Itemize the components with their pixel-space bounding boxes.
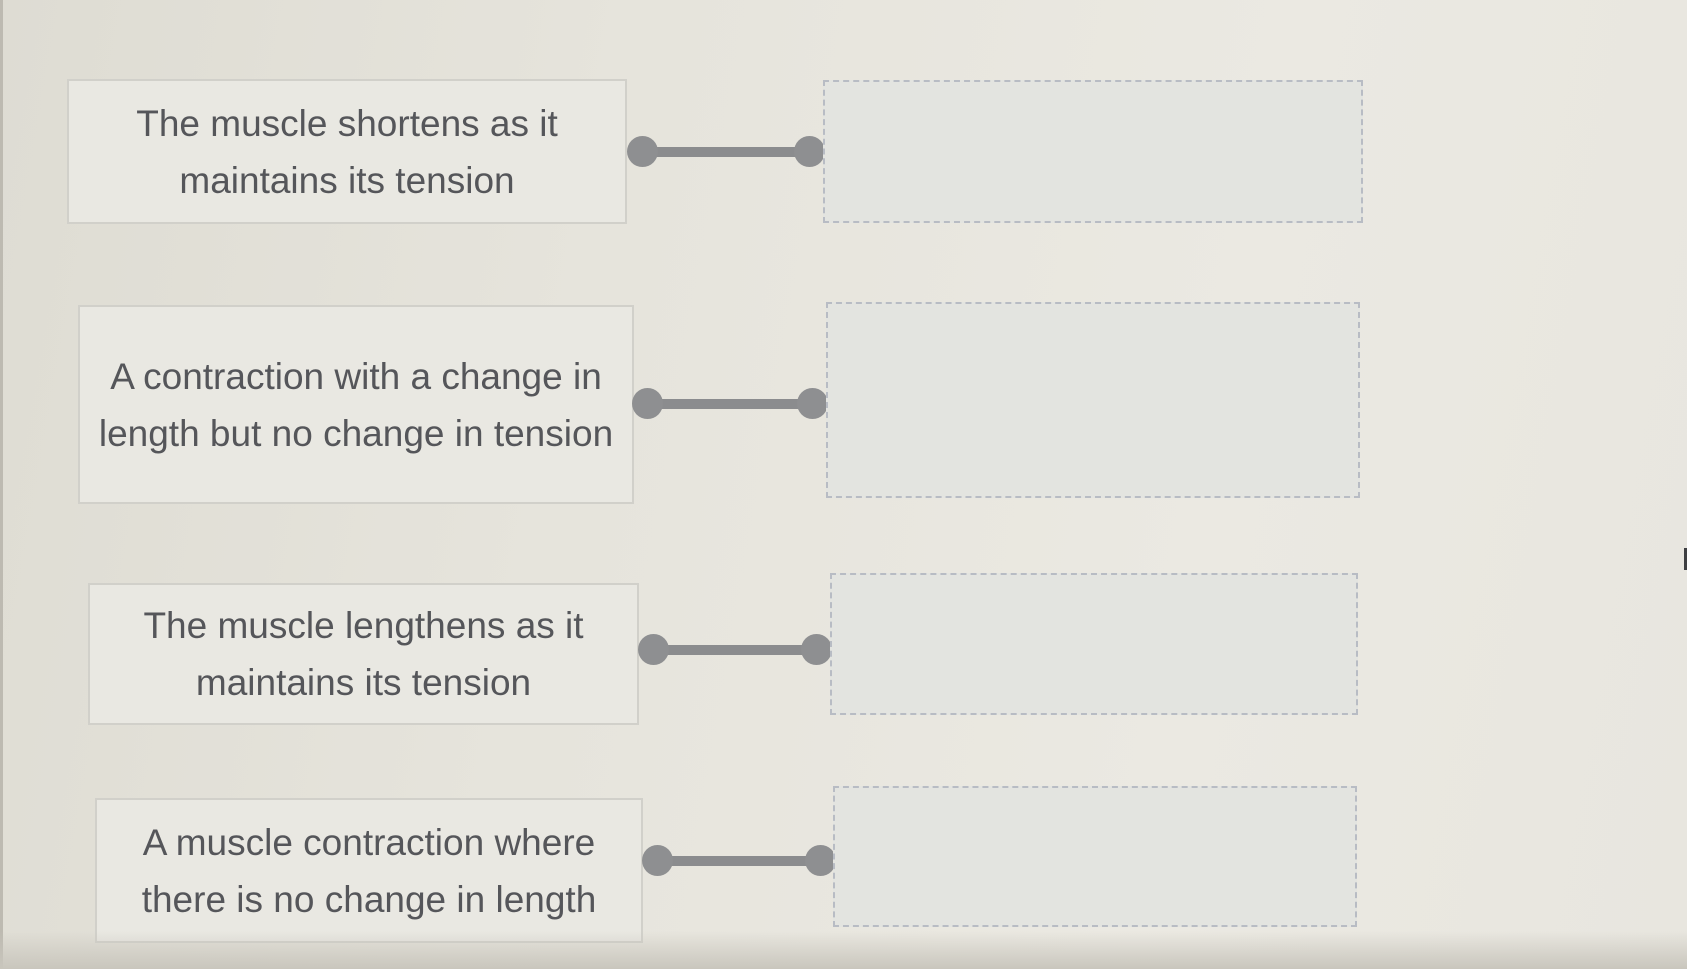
connector-knob-right[interactable] xyxy=(801,634,832,665)
connector-knob-right[interactable] xyxy=(805,845,836,876)
premise-text: A muscle contraction where there is no c… xyxy=(141,821,597,920)
connector-handle-icon[interactable] xyxy=(632,388,828,420)
premise-text: The muscle shortens as it maintains its … xyxy=(136,102,558,201)
connector-bar xyxy=(656,856,822,866)
answer-drop-zone[interactable] xyxy=(823,80,1363,223)
screen-bottom-shadow xyxy=(0,931,1687,969)
premise-text: The muscle lengthens as it maintains its… xyxy=(143,605,584,703)
answer-drop-zone[interactable] xyxy=(830,573,1358,715)
connector-handle-icon[interactable] xyxy=(642,845,836,877)
answer-drop-zone[interactable] xyxy=(826,302,1360,498)
connector-knob-right[interactable] xyxy=(797,388,828,419)
connector-knob-left xyxy=(642,845,673,876)
premise-card[interactable]: The muscle lengthens as it maintains its… xyxy=(88,583,639,725)
connector-bar xyxy=(641,147,811,157)
connector-bar xyxy=(646,399,814,409)
connector-knob-left xyxy=(638,634,669,665)
connector-knob-left xyxy=(632,388,663,419)
premise-text: A contraction with a change in length bu… xyxy=(98,355,614,454)
connector-handle-icon[interactable] xyxy=(627,136,825,168)
answer-drop-zone[interactable] xyxy=(833,786,1357,927)
connector-knob-left xyxy=(627,136,658,167)
connector-bar xyxy=(652,645,818,655)
premise-card[interactable]: The muscle shortens as it maintains its … xyxy=(67,79,627,224)
premise-card[interactable]: A contraction with a change in length bu… xyxy=(78,305,634,504)
connector-knob-right[interactable] xyxy=(794,136,825,167)
screen-left-edge xyxy=(0,0,3,969)
premise-card[interactable]: A muscle contraction where there is no c… xyxy=(95,798,643,943)
connector-handle-icon[interactable] xyxy=(638,634,832,666)
